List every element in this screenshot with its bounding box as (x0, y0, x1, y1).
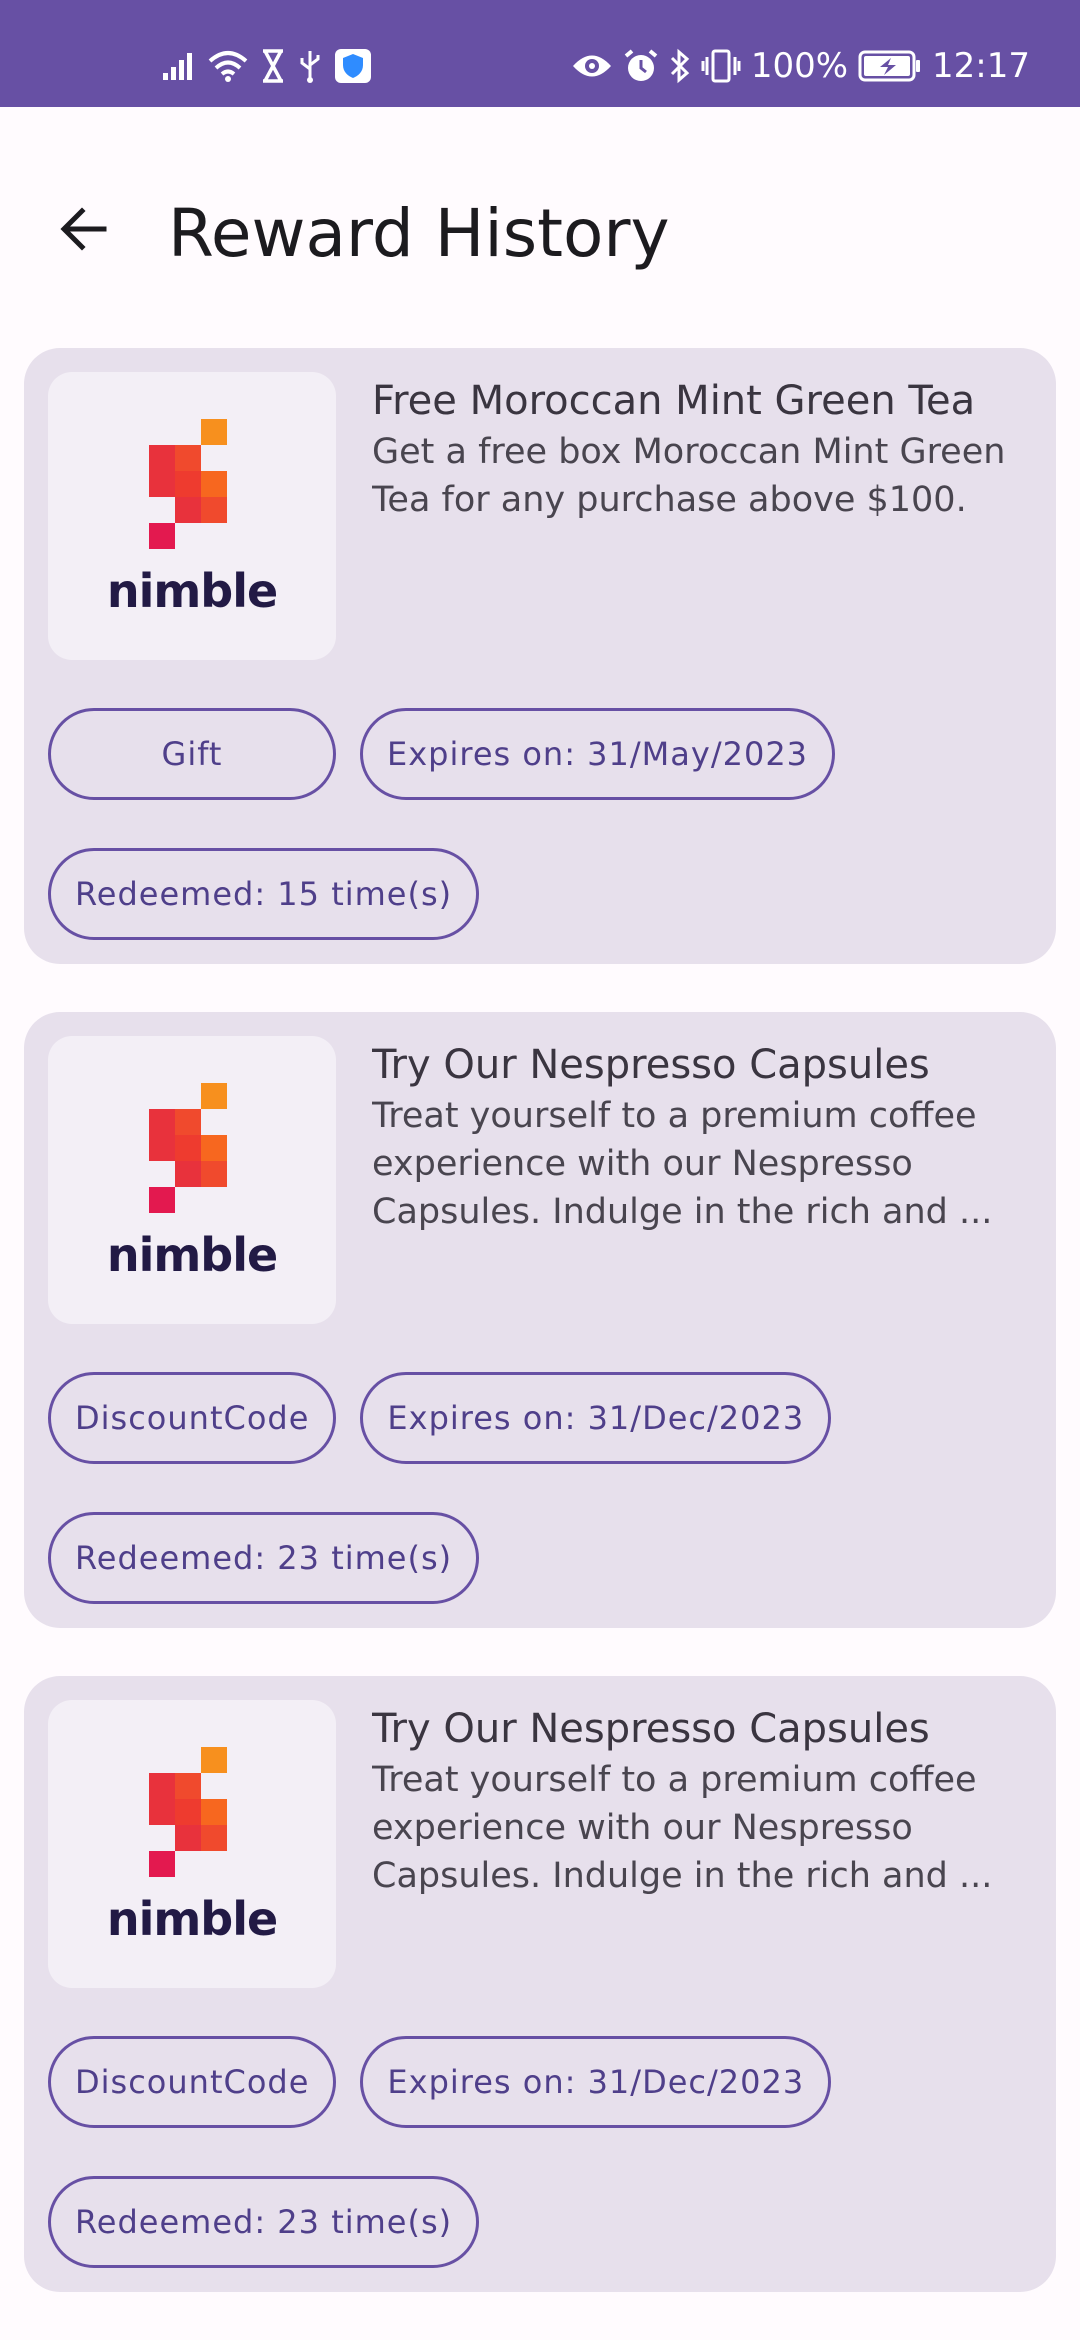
reward-list[interactable]: nimble Free Moroccan Mint Green Tea Get … (24, 348, 1056, 2340)
shield-icon (334, 48, 372, 84)
logo-wordmark: nimble (106, 1892, 278, 1946)
redeemed-count-chip[interactable]: Redeemed: 23 time(s) (48, 1512, 480, 1604)
top-app-bar: Reward History (0, 107, 1080, 357)
reward-thumbnail: nimble (48, 372, 336, 660)
logo-wordmark: nimble (106, 1228, 278, 1282)
expiry-chip[interactable]: Expires on: 31/May/2023 (360, 708, 836, 800)
chip-row: DiscountCode Expires on: 31/Dec/2023 (48, 2036, 832, 2128)
redeemed-count-chip[interactable]: Redeemed: 23 time(s) (48, 2176, 480, 2268)
reward-card[interactable]: nimble Free Moroccan Mint Green Tea Get … (24, 348, 1056, 964)
arrow-back-icon (56, 201, 112, 261)
nimble-logo-icon (149, 419, 227, 549)
expiry-chip[interactable]: Expires on: 31/Dec/2023 (360, 1372, 832, 1464)
bluetooth-icon (669, 48, 691, 84)
vibrate-icon (701, 49, 741, 83)
reward-description: Treat yourself to a premium coffee exper… (372, 1760, 993, 1896)
reward-description: Get a free box Moroccan Mint Green Tea f… (372, 432, 1006, 520)
expiry-chip[interactable]: Expires on: 31/Dec/2023 (360, 2036, 832, 2128)
nimble-logo-icon (149, 1083, 227, 1213)
reward-card[interactable]: nimble Try Our Nespresso Capsules Treat … (24, 1012, 1056, 1628)
reward-thumbnail: nimble (48, 1036, 336, 1324)
signal-icon (162, 51, 196, 81)
back-button[interactable] (44, 191, 124, 271)
status-bar: 100% 12:17 (0, 0, 1080, 107)
battery-percent: 100% (750, 46, 849, 86)
status-bar-left-icons (162, 44, 372, 88)
chip-row: Redeemed: 23 time(s) (48, 1512, 480, 1604)
page-title: Reward History (168, 195, 670, 272)
alarm-icon (623, 48, 659, 84)
chip-row: Redeemed: 23 time(s) (48, 2176, 480, 2268)
status-bar-right-icons: 100% 12:17 (571, 44, 1030, 88)
redeemed-count-chip[interactable]: Redeemed: 15 time(s) (48, 848, 480, 940)
logo-wordmark: nimble (106, 564, 278, 618)
chip-row: Redeemed: 15 time(s) (48, 848, 480, 940)
chip-row: Gift Expires on: 31/May/2023 (48, 708, 836, 800)
nimble-logo-icon (149, 1747, 227, 1877)
battery-charging-icon (858, 50, 922, 82)
eye-icon (571, 51, 613, 81)
reward-title: Try Our Nespresso Capsules (372, 1042, 930, 1088)
reward-title: Try Our Nespresso Capsules (372, 1706, 930, 1752)
reward-title: Free Moroccan Mint Green Tea (372, 378, 976, 424)
chip-row: DiscountCode Expires on: 31/Dec/2023 (48, 1372, 832, 1464)
reward-description: Treat yourself to a premium coffee exper… (372, 1096, 993, 1232)
reward-thumbnail: nimble (48, 1700, 336, 1988)
reward-type-chip[interactable]: DiscountCode (48, 1372, 337, 1464)
reward-type-chip[interactable]: Gift (48, 708, 336, 800)
reward-type-chip[interactable]: DiscountCode (48, 2036, 337, 2128)
clock: 12:17 (932, 46, 1030, 86)
reward-card[interactable]: nimble Try Our Nespresso Capsules Treat … (24, 1676, 1056, 2292)
hourglass-icon (260, 49, 286, 83)
wifi-icon (208, 49, 248, 83)
usb-icon (298, 49, 322, 83)
